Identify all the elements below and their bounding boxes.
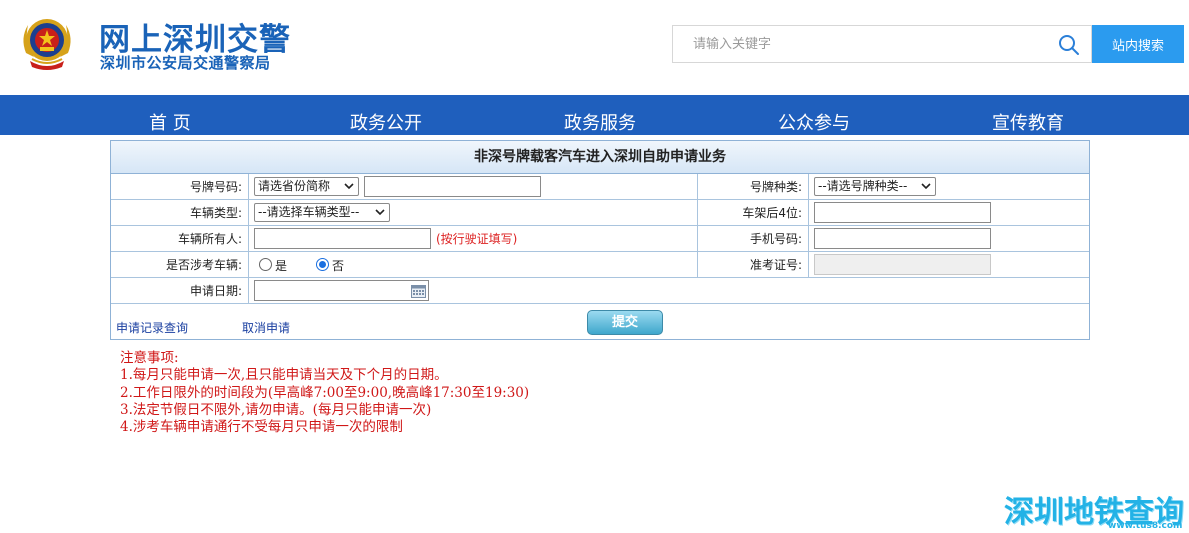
form-row: 号牌号码: 请选省份简称 号牌种类: --请选号牌种类-- [111, 174, 1089, 200]
exam-vehicle-no-label: 否 [332, 259, 345, 273]
chevron-down-icon [342, 179, 356, 194]
form-row: 是否涉考车辆: 是 否 准考证号: [111, 252, 1089, 278]
owner-hint: (按行驶证填写) [436, 232, 518, 246]
cancel-application-link[interactable]: 取消申请 [242, 319, 290, 336]
nav-item-government-services[interactable]: 政务服务 [564, 109, 636, 135]
application-records-link[interactable]: 申请记录查询 [116, 319, 188, 336]
calendar-icon[interactable] [411, 284, 426, 298]
apply-date-input[interactable] [254, 280, 429, 301]
notice-item: 4.涉考车辆申请通行不受每月只申请一次的限制 [120, 419, 403, 436]
vehicle-type-select[interactable]: --请选择车辆类型-- [254, 203, 390, 222]
notice-item: 3.法定节假日不限外,请勿申请。(每月只能申请一次) [120, 401, 432, 418]
application-form-panel: 非深号牌载客汽车进入深圳自助申请业务 号牌号码: 请选省份简称 号牌种类: --… [110, 140, 1090, 340]
plate-number-label: 号牌号码: [189, 180, 242, 194]
search-icon[interactable] [1058, 34, 1080, 56]
vehicle-owner-label: 车辆所有人: [177, 232, 242, 246]
search-input[interactable] [673, 26, 1043, 62]
notice-section: 注意事项: 1.每月只能申请一次,且只能申请当天及下个月的日期。 2.工作日限外… [120, 350, 529, 436]
province-select-value: 请选省份简称 [258, 179, 331, 193]
notice-item: 2.工作日限外的时间段为(早高峰7:00至9:00,晚高峰17:30至19:30… [120, 384, 530, 401]
plate-number-input[interactable] [364, 176, 541, 197]
nav-item-government-affairs[interactable]: 政务公开 [350, 109, 422, 135]
exam-vehicle-no-radio[interactable] [316, 258, 329, 271]
apply-date-label: 申请日期: [189, 284, 242, 298]
exam-vehicle-yes-radio[interactable] [259, 258, 272, 271]
plate-type-select-value: --请选号牌种类-- [818, 179, 908, 193]
exam-vehicle-label: 是否涉考车辆: [165, 258, 242, 272]
nav-item-publicity-education[interactable]: 宣传教育 [992, 109, 1064, 135]
province-select[interactable]: 请选省份简称 [254, 177, 359, 196]
search-box [672, 25, 1092, 63]
chevron-down-icon [919, 179, 933, 194]
submit-button[interactable]: 提交 [587, 310, 663, 335]
vehicle-owner-input[interactable] [254, 228, 431, 249]
vehicle-type-label: 车辆类型: [189, 206, 242, 220]
form-row: 申请日期: [111, 278, 1089, 304]
notice-title: 注意事项: [120, 350, 179, 366]
form-row: 车辆类型: --请选择车辆类型-- 车架后4位: [111, 200, 1089, 226]
site-subtitle: 深圳市公安局交通警察局 [100, 54, 271, 72]
nav-item-home[interactable]: 首 页 [149, 109, 191, 135]
exam-vehicle-yes-label: 是 [275, 259, 288, 273]
watermark-url: www.tus8.com [1108, 521, 1183, 531]
plate-type-select[interactable]: --请选号牌种类-- [814, 177, 936, 196]
exam-cert-input[interactable] [814, 254, 991, 275]
phone-input[interactable] [814, 228, 991, 249]
plate-type-label: 号牌种类: [749, 180, 802, 194]
form-row: 车辆所有人: (按行驶证填写) 手机号码: [111, 226, 1089, 252]
notice-item: 1.每月只能申请一次,且只能申请当天及下个月的日期。 [120, 367, 448, 384]
frame-last4-input[interactable] [814, 202, 991, 223]
exam-cert-label: 准考证号: [749, 258, 802, 272]
nav-item-public-participation[interactable]: 公众参与 [778, 109, 850, 135]
site-search-button[interactable]: 站内搜索 [1092, 25, 1184, 63]
frame-last4-label: 车架后4位: [742, 206, 802, 220]
vehicle-type-select-value: --请选择车辆类型-- [258, 205, 360, 219]
chevron-down-icon [373, 205, 387, 220]
police-emblem-logo [18, 13, 76, 73]
form-title: 非深号牌载客汽车进入深圳自助申请业务 [111, 141, 1089, 174]
main-nav: 首 页 政务公开 政务服务 公众参与 宣传教育 [0, 95, 1189, 135]
phone-label: 手机号码: [749, 232, 802, 246]
